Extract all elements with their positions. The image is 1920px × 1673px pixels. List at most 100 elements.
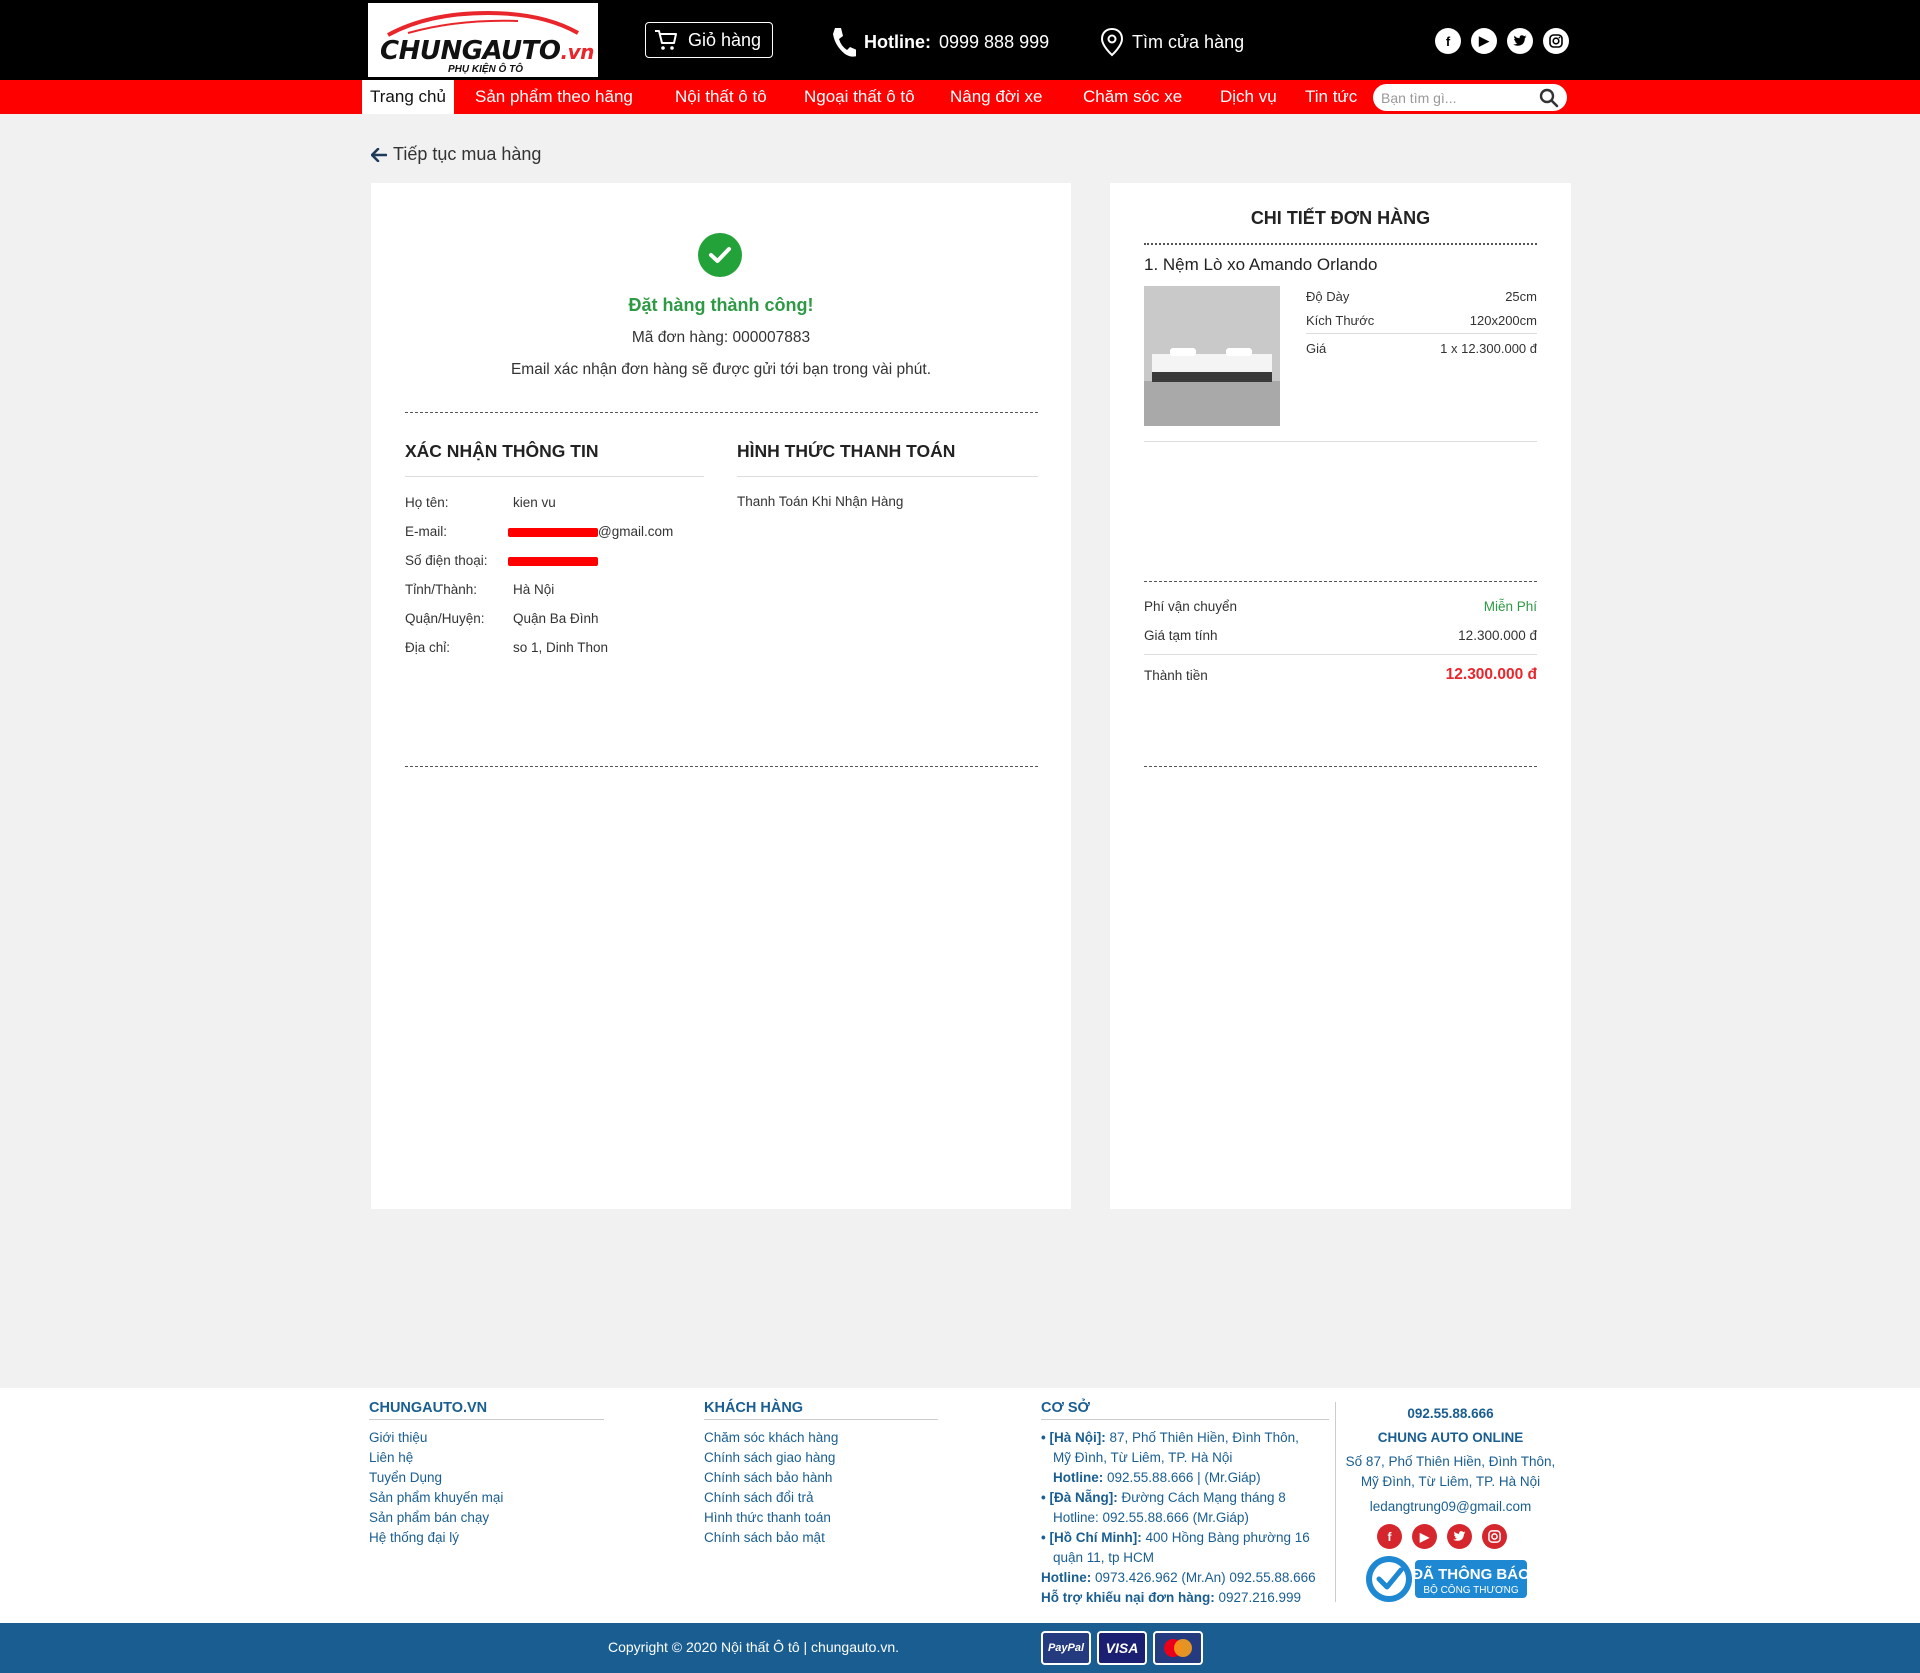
subtotal-value: 12.300.000 đ xyxy=(1458,628,1537,643)
nav-item-upgrade[interactable]: Nâng đời xe xyxy=(950,80,1042,114)
branch-hanoi-hotline: Hotline: 092.55.88.666 | (Mr.Giáp) xyxy=(1053,1470,1261,1485)
continue-shopping-link[interactable]: Tiếp tục mua hàng xyxy=(371,144,541,165)
footer-link[interactable]: Chính sách giao hàng xyxy=(704,1450,835,1465)
footer-socials: f ▶ xyxy=(1377,1524,1507,1549)
twitter-icon[interactable] xyxy=(1507,28,1533,54)
nav-item-exterior[interactable]: Ngoại thất ô tô xyxy=(804,80,915,114)
info-label-name: Họ tên: xyxy=(405,495,449,510)
footer-link[interactable]: Liên hệ xyxy=(369,1450,413,1465)
nav-item-brands[interactable]: Sản phẩm theo hãng xyxy=(475,80,633,114)
total-label: Thành tiền xyxy=(1144,668,1208,683)
main-nav: Trang chủ Sản phẩm theo hãng Nội thất ô … xyxy=(0,80,1920,114)
arrow-left-icon xyxy=(371,147,387,162)
footer-link[interactable]: Hình thức thanh toán xyxy=(704,1510,831,1525)
footer-link[interactable]: Chăm sóc khách hàng xyxy=(704,1430,838,1445)
cart-button[interactable]: Giỏ hàng xyxy=(645,22,773,58)
online-email[interactable]: ledangtrung09@gmail.com xyxy=(1338,1499,1563,1514)
divider xyxy=(1144,581,1537,582)
twitter-icon[interactable] xyxy=(1447,1524,1472,1549)
continue-shopping-label: Tiếp tục mua hàng xyxy=(393,144,542,164)
youtube-icon[interactable]: ▶ xyxy=(1471,28,1497,54)
store-label: Tìm cửa hàng xyxy=(1132,31,1245,52)
instagram-icon[interactable] xyxy=(1482,1524,1507,1549)
success-title: Đặt hàng thành công! xyxy=(628,295,814,315)
footer-complaint: Hỗ trợ khiếu nại đơn hàng: 0927.216.999 xyxy=(1041,1590,1302,1605)
mastercard-icon xyxy=(1153,1631,1203,1665)
store-locator[interactable]: Tìm cửa hàng xyxy=(1100,24,1244,60)
footer-link[interactable]: Tuyển Dụng xyxy=(369,1470,442,1485)
ministry-registration-badge[interactable]: ĐÃ THÔNG BÁO BỘ CÔNG THƯƠNG xyxy=(1365,1554,1530,1604)
attr-value-size: 120x200cm xyxy=(1469,313,1537,328)
attr-label-thickness: Độ Dày xyxy=(1306,289,1350,304)
info-label-email: E-mail: xyxy=(405,524,448,539)
product-name: 1. Nệm Lò xo Amando Orlando xyxy=(1144,255,1378,274)
branch-danang-hotline: Hotline: 092.55.88.666 (Mr.Giáp) xyxy=(1053,1510,1249,1525)
cart-label: Giỏ hàng xyxy=(688,29,762,50)
info-label-address: Địa chỉ: xyxy=(405,640,451,655)
search-box xyxy=(1373,84,1567,111)
visa-icon: VISA xyxy=(1097,1631,1147,1665)
product-image xyxy=(1144,286,1280,426)
info-value-email: @gmail.com xyxy=(598,524,674,539)
divider xyxy=(704,1419,938,1420)
attr-label-size: Kích Thước xyxy=(1306,313,1375,328)
branch-hanoi-address: Mỹ Đình, Từ Liêm, TP. Hà Nội xyxy=(1053,1450,1233,1465)
footer-link[interactable]: Giới thiệu xyxy=(369,1430,427,1445)
nav-item-interior[interactable]: Nội thất ô tô xyxy=(675,80,767,114)
divider xyxy=(405,412,1038,413)
footer-link[interactable]: Chính sách bảo mật xyxy=(704,1530,825,1545)
divider xyxy=(1306,333,1537,334)
badge-title: ĐÃ THÔNG BÁO xyxy=(1412,1565,1530,1583)
divider xyxy=(405,476,704,477)
top-bar: CHUNGAUTO.vn PHỤ KIỆN Ô TÔ Giỏ hàng Hotl… xyxy=(0,0,1920,80)
online-address-1: Số 87, Phố Thiên Hiền, Đình Thôn, xyxy=(1345,1454,1556,1469)
footer-link[interactable]: Sản phẩm bán chạy xyxy=(369,1510,489,1525)
divider xyxy=(1335,1402,1336,1602)
youtube-icon[interactable]: ▶ xyxy=(1412,1524,1437,1549)
cart-icon xyxy=(655,30,677,50)
confirm-info-title: XÁC NHẬN THÔNG TIN xyxy=(405,441,599,461)
attr-label-price: Giá xyxy=(1306,341,1327,356)
facebook-icon[interactable]: f xyxy=(1377,1524,1402,1549)
email-note: Email xác nhận đơn hàng sẽ được gửi tới … xyxy=(510,361,932,378)
nav-item-services[interactable]: Dịch vụ xyxy=(1220,80,1277,114)
order-code: Mã đơn hàng: 000007883 xyxy=(631,329,811,346)
facebook-icon[interactable]: f xyxy=(1435,28,1461,54)
instagram-icon[interactable] xyxy=(1543,28,1569,54)
info-label-district: Quận/Huyện: xyxy=(405,611,485,626)
checkmark-icon xyxy=(698,233,742,277)
attr-value-price: 1 x 12.300.000 đ xyxy=(1440,341,1537,356)
footer-link[interactable]: Chính sách đổi trả xyxy=(704,1490,814,1505)
divider xyxy=(405,766,1038,767)
footer-link[interactable]: Sản phẩm khuyến mại xyxy=(369,1490,503,1505)
hotline-label: Hotline: xyxy=(864,31,931,52)
info-value-district: Quận Ba Đình xyxy=(513,611,599,626)
hotline-number: 0999 888 999 xyxy=(939,31,1050,52)
divider xyxy=(1144,243,1537,245)
header-socials: f ▶ xyxy=(1435,28,1569,54)
footer-hotline: Hotline: 0973.426.962 (Mr.An) 092.55.88.… xyxy=(1041,1570,1316,1585)
info-value-province: Hà Nội xyxy=(513,582,555,597)
divider xyxy=(1144,766,1537,767)
footer: CHUNGAUTO.VN Giới thiệu Liên hệ Tuyển Dụ… xyxy=(0,1388,1920,1623)
info-value-name: kien vu xyxy=(513,495,556,510)
site-logo[interactable]: CHUNGAUTO.vn PHỤ KIỆN Ô TÔ xyxy=(368,3,598,77)
divider xyxy=(1041,1419,1329,1420)
search-icon[interactable] xyxy=(1539,88,1559,108)
online-phone[interactable]: 092.55.88.666 xyxy=(1338,1406,1563,1421)
info-label-province: Tỉnh/Thành: xyxy=(405,582,478,597)
nav-item-news[interactable]: Tin tức xyxy=(1305,80,1357,114)
search-input[interactable] xyxy=(1381,87,1531,108)
copyright-text: Copyright © 2020 Nội thất Ô tô | chungau… xyxy=(608,1639,900,1655)
attr-value-thickness: 25cm xyxy=(1505,289,1537,304)
info-value-address: so 1, Dinh Thon xyxy=(513,640,609,655)
divider xyxy=(1144,441,1537,442)
hotline[interactable]: Hotline: 0999 888 999 xyxy=(830,24,1049,60)
divider xyxy=(369,1419,604,1420)
nav-item-home[interactable]: Trang chủ xyxy=(362,80,454,114)
divider xyxy=(1144,654,1537,655)
footer-link[interactable]: Chính sách bảo hành xyxy=(704,1470,832,1485)
footer-link[interactable]: Hệ thống đại lý xyxy=(369,1530,459,1545)
redaction-mark xyxy=(508,528,598,537)
nav-item-care[interactable]: Chăm sóc xe xyxy=(1083,80,1182,114)
